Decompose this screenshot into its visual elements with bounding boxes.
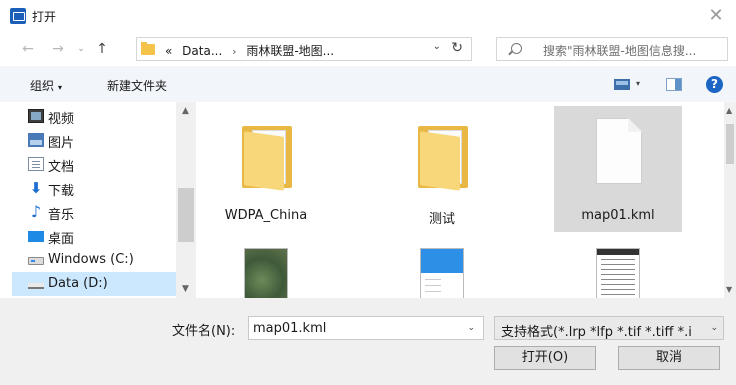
file-name: 测试 xyxy=(428,212,455,227)
chevron-down-icon[interactable]: ⌄ xyxy=(467,323,475,333)
file-name: WDPA_China xyxy=(224,208,308,223)
scroll-down-icon[interactable]: ▼ xyxy=(726,285,732,294)
breadcrumb-separator[interactable]: › xyxy=(232,45,236,58)
breadcrumb-overflow[interactable]: « xyxy=(165,44,172,58)
sidebar-item-label: 图片 xyxy=(48,136,75,151)
pictures-icon xyxy=(28,133,44,147)
recent-locations-button[interactable]: ⌄ xyxy=(75,39,87,59)
folder-icon xyxy=(242,126,292,191)
sidebar-item-label: Data (D:) xyxy=(48,276,108,291)
organize-button[interactable]: 组织 ▾ xyxy=(30,77,62,94)
file-item-map01-kml[interactable]: map01.kml xyxy=(554,106,682,232)
sidebar-scrollbar[interactable]: ▲ ▼ xyxy=(176,102,196,298)
chevron-down-icon: ▾ xyxy=(58,83,63,92)
documents-icon xyxy=(28,157,44,171)
preview-pane-icon[interactable] xyxy=(666,78,682,91)
help-button[interactable]: ? xyxy=(706,76,723,93)
refresh-button[interactable]: ↻ xyxy=(451,40,463,56)
scroll-up-icon[interactable]: ▲ xyxy=(726,106,732,115)
sidebar-item-desktop[interactable]: 桌面 xyxy=(12,224,180,248)
sidebar-item-videos[interactable]: 视频 xyxy=(12,104,180,128)
breadcrumb-item-folder[interactable]: 雨林联盟-地图... xyxy=(246,44,334,58)
address-dropdown-button[interactable]: ⌄ xyxy=(433,41,441,52)
drive-icon xyxy=(28,283,44,289)
video-icon xyxy=(28,109,44,123)
scroll-up-icon[interactable]: ▲ xyxy=(182,106,189,116)
file-item-list-screenshot[interactable] xyxy=(554,236,682,298)
sidebar-item-label: Windows (C:) xyxy=(48,252,134,267)
dialog-footer: 文件名(N): map01.kml ⌄ 支持格式(*.lrp *lfp *.ti… xyxy=(0,298,736,385)
sidebar-item-label: 桌面 xyxy=(48,232,75,247)
search-input[interactable]: 搜索"雨林联盟-地图信息搜... xyxy=(496,37,728,61)
sidebar-item-label: 下载 xyxy=(48,184,75,199)
title-bar: 打开 ✕ xyxy=(0,0,736,32)
search-placeholder: 搜索"雨林联盟-地图信息搜... xyxy=(543,44,697,58)
forward-button[interactable]: → xyxy=(48,39,68,59)
file-item-app-screenshot[interactable] xyxy=(378,236,506,298)
file-list-scrollbar[interactable]: ▲ ▼ xyxy=(724,102,736,298)
file-item-map-screenshot[interactable] xyxy=(202,236,330,298)
drive-icon xyxy=(28,257,44,265)
view-mode-icon[interactable] xyxy=(614,79,630,90)
view-mode-dropdown-button[interactable]: ▾ xyxy=(636,79,640,88)
file-name: map01.kml xyxy=(581,208,655,223)
folder-icon xyxy=(141,42,155,56)
cancel-button[interactable]: 取消 xyxy=(618,346,720,370)
sidebar-item-documents[interactable]: 文档 xyxy=(12,152,180,176)
up-button[interactable]: ↑ xyxy=(92,39,112,59)
desktop-icon xyxy=(28,231,44,242)
chevron-down-icon: ⌄ xyxy=(710,323,718,333)
address-bar[interactable]: « Data... › 雨林联盟-地图... ⌄ ↻ xyxy=(136,37,472,61)
folder-icon xyxy=(418,126,468,191)
scrollbar-thumb[interactable] xyxy=(726,124,734,164)
sidebar-item-label: 音乐 xyxy=(48,208,75,223)
scrollbar-thumb[interactable] xyxy=(178,188,194,242)
file-list: WDPA_China 测试 map01.kml xyxy=(196,102,724,298)
sidebar-item-music[interactable]: ♪ 音乐 xyxy=(12,200,180,224)
new-folder-button[interactable]: 新建文件夹 xyxy=(107,77,167,94)
music-icon: ♪ xyxy=(30,202,42,221)
organize-label: 组织 xyxy=(30,79,55,93)
close-button[interactable]: ✕ xyxy=(704,4,728,28)
app-dialog-icon xyxy=(10,8,26,24)
open-button[interactable]: 打开(O) xyxy=(494,346,596,370)
file-type-value: 支持格式(*.lrp *lfp *.tif *.tiff *.i xyxy=(501,325,692,340)
sidebar-item-windows-c[interactable]: Windows (C:) xyxy=(12,248,180,272)
file-item-test[interactable]: 测试 xyxy=(378,106,506,232)
scroll-down-icon[interactable]: ▼ xyxy=(182,284,189,294)
image-thumbnail-icon xyxy=(596,248,640,298)
document-icon xyxy=(596,118,642,184)
download-icon: ⬇ xyxy=(29,179,43,197)
toolbar: 组织 ▾ 新建文件夹 ▾ ? xyxy=(0,66,736,102)
filename-input[interactable]: map01.kml ⌄ xyxy=(248,316,484,340)
file-type-select[interactable]: 支持格式(*.lrp *lfp *.tif *.tiff *.i ⌄ xyxy=(494,316,724,340)
navigation-pane: 视频 图片 文档 ⬇ 下载 ♪ 音乐 桌面 Windows (C:) Data … xyxy=(0,102,196,298)
file-item-wdpa-china[interactable]: WDPA_China xyxy=(202,106,330,232)
breadcrumb: « Data... › 雨林联盟-地图... xyxy=(165,42,334,59)
sidebar-item-data-d[interactable]: Data (D:) xyxy=(12,272,180,296)
filename-value: map01.kml xyxy=(253,321,327,336)
filename-label: 文件名(N): xyxy=(172,324,236,339)
breadcrumb-item-data[interactable]: Data... xyxy=(182,44,222,58)
navigation-bar: ← → ⌄ ↑ « Data... › 雨林联盟-地图... ⌄ ↻ 搜索"雨林… xyxy=(0,32,736,66)
back-button[interactable]: ← xyxy=(18,39,38,59)
sidebar-item-pictures[interactable]: 图片 xyxy=(12,128,180,152)
search-icon xyxy=(511,43,522,54)
image-thumbnail-icon xyxy=(420,248,464,298)
sidebar-item-downloads[interactable]: ⬇ 下载 xyxy=(12,176,180,200)
sidebar-item-label: 视频 xyxy=(48,112,75,127)
sidebar-item-label: 文档 xyxy=(48,160,75,175)
image-thumbnail-icon xyxy=(244,248,288,298)
window-title: 打开 xyxy=(32,10,57,24)
